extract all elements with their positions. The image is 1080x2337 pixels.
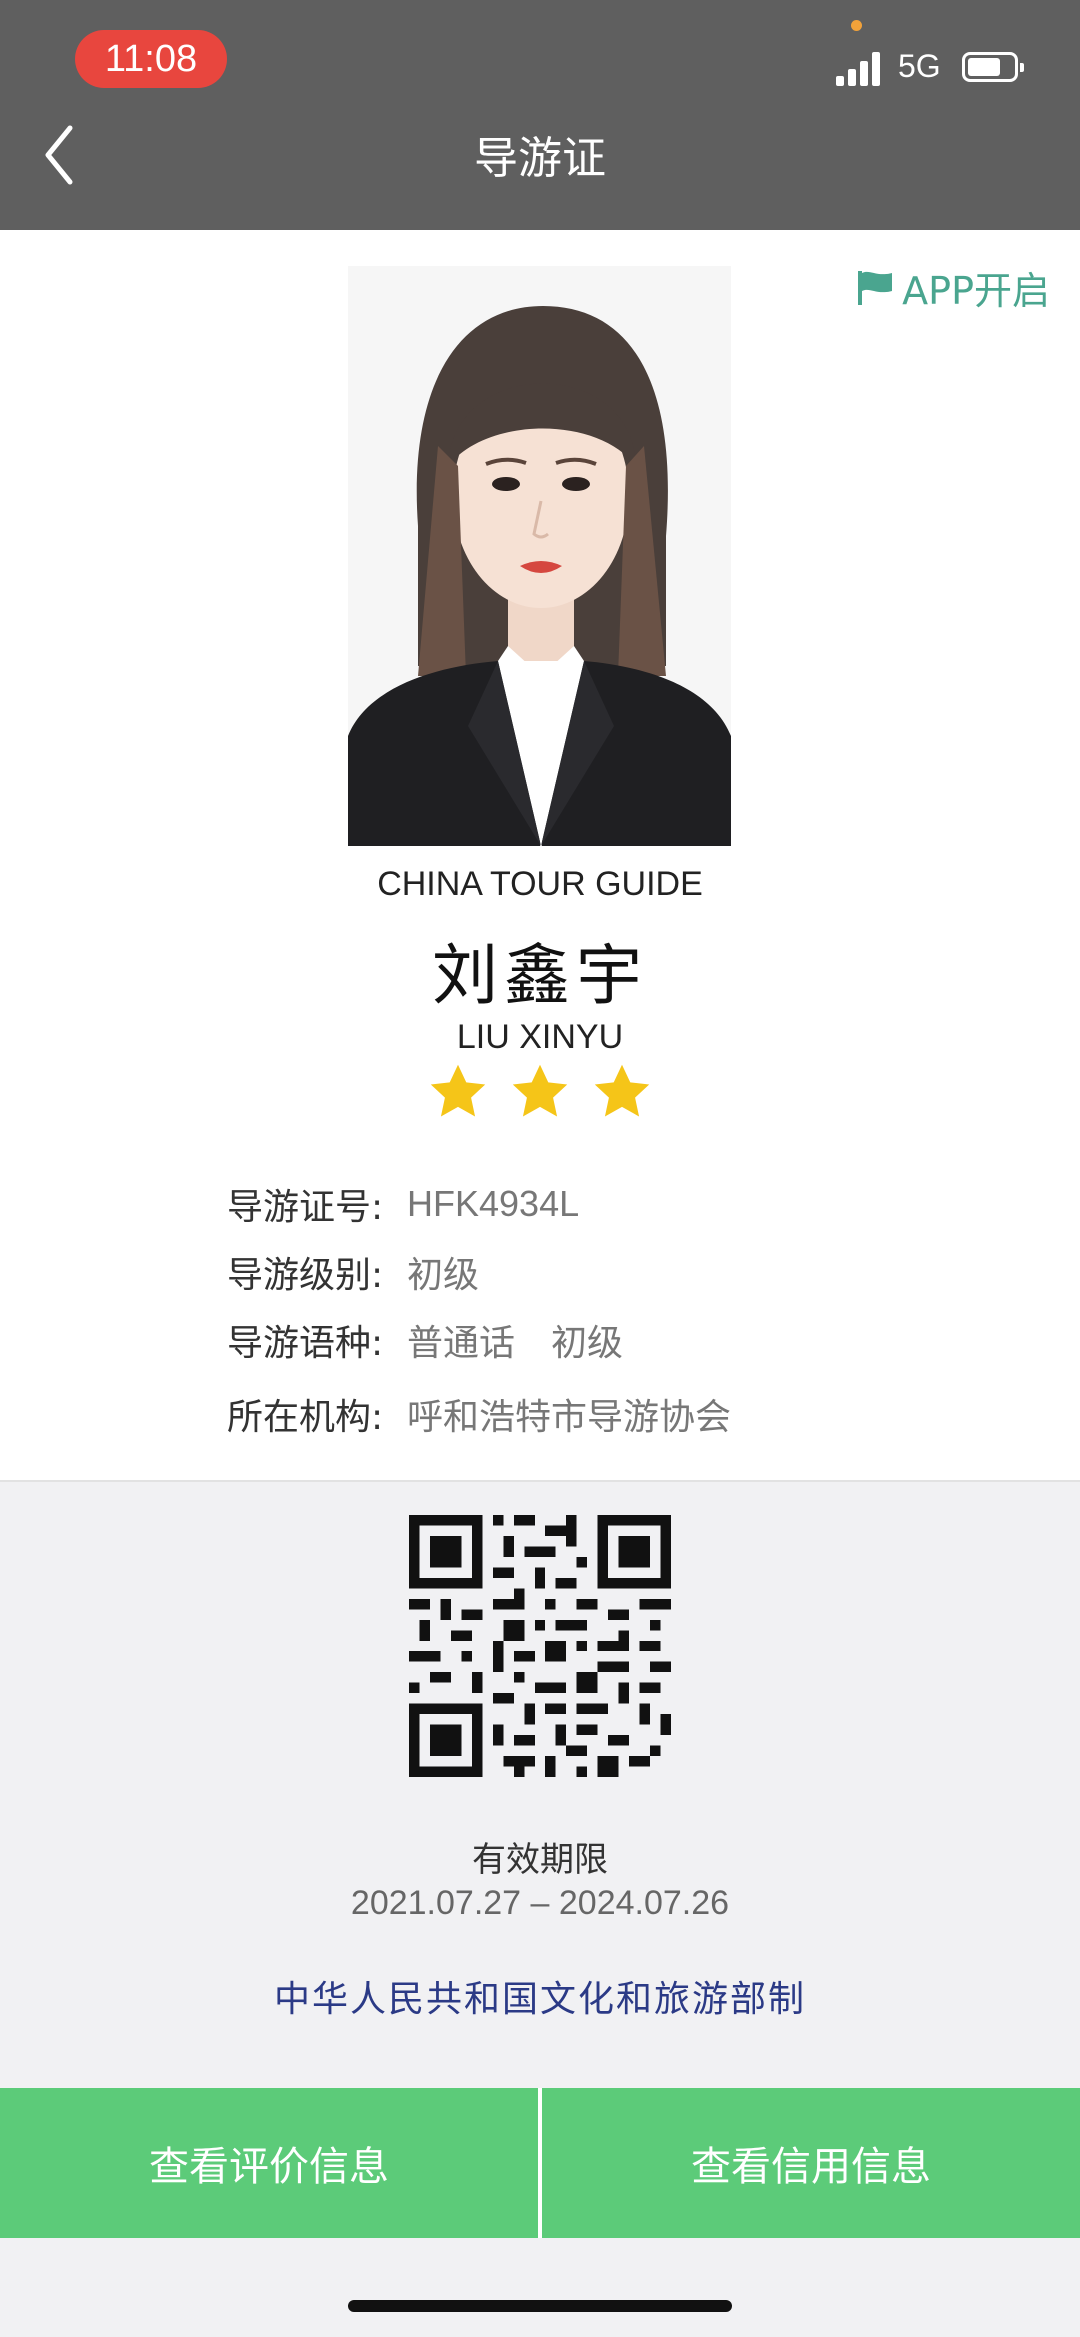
issuer-text: 中华人民共和国文化和旅游部制 bbox=[273, 1979, 806, 2020]
network-type: 5G bbox=[898, 48, 941, 84]
battery-icon bbox=[962, 52, 1024, 82]
star-icon bbox=[430, 1064, 486, 1117]
guide-info: 导游证号: HFK4934L 导游级别: 初级 导游语种: 普通话 初级 所在机… bbox=[227, 1170, 731, 1448]
field-label: 导游证号: bbox=[227, 1187, 384, 1228]
star-icon bbox=[594, 1064, 650, 1117]
validity-label: 有效期限 bbox=[472, 1840, 608, 1880]
view-reviews-button[interactable]: 查看评价信息 bbox=[0, 2088, 538, 2238]
validity-range: 2021.07.27 – 2024.07.26 bbox=[350, 1884, 730, 1922]
guide-name-cn: 刘鑫宇 bbox=[432, 937, 648, 1014]
info-row-level: 导游级别: 初级 bbox=[227, 1238, 731, 1306]
app-open-label: APP开启 bbox=[902, 269, 1050, 313]
action-bar: 查看评价信息 查看信用信息 bbox=[0, 2088, 1080, 2238]
page-title: 导游证 bbox=[474, 133, 606, 184]
field-value: 呼和浩特市导游协会 bbox=[407, 1397, 732, 1438]
guide-name-en: LIU XINYU bbox=[456, 1018, 624, 1056]
info-row-license: 导游证号: HFK4934L bbox=[227, 1170, 731, 1238]
guide-photo bbox=[348, 266, 731, 846]
field-label: 导游语种: bbox=[227, 1323, 384, 1364]
info-row-organization: 所在机构: 呼和浩特市导游协会 bbox=[227, 1380, 731, 1448]
field-label: 导游级别: bbox=[227, 1255, 384, 1296]
app-open-button[interactable]: APP开启 bbox=[854, 260, 1050, 315]
info-row-language: 导游语种: 普通话 初级 bbox=[227, 1306, 731, 1374]
guide-card: APP开启 CHINA TOUR GUIDE 刘鑫宇 LIU XINYU 导游证… bbox=[0, 230, 1080, 1482]
home-indicator bbox=[348, 2300, 732, 2312]
signal-icon bbox=[836, 52, 886, 86]
star-rating bbox=[0, 1060, 1080, 1124]
field-label: 所在机构: bbox=[227, 1397, 384, 1438]
privacy-indicator bbox=[851, 20, 862, 31]
english-title: CHINA TOUR GUIDE bbox=[377, 865, 703, 903]
status-time: 11:08 bbox=[75, 30, 227, 88]
field-value: HFK4934L bbox=[407, 1183, 580, 1224]
view-credit-button[interactable]: 查看信用信息 bbox=[542, 2088, 1080, 2238]
header-bar: 11:08 5G 导游证 bbox=[0, 0, 1080, 230]
flag-icon bbox=[858, 270, 893, 305]
star-icon bbox=[512, 1064, 568, 1117]
field-value: 初级 bbox=[407, 1255, 480, 1296]
qr-code bbox=[409, 1515, 671, 1777]
field-value: 普通话 初级 bbox=[407, 1323, 624, 1364]
